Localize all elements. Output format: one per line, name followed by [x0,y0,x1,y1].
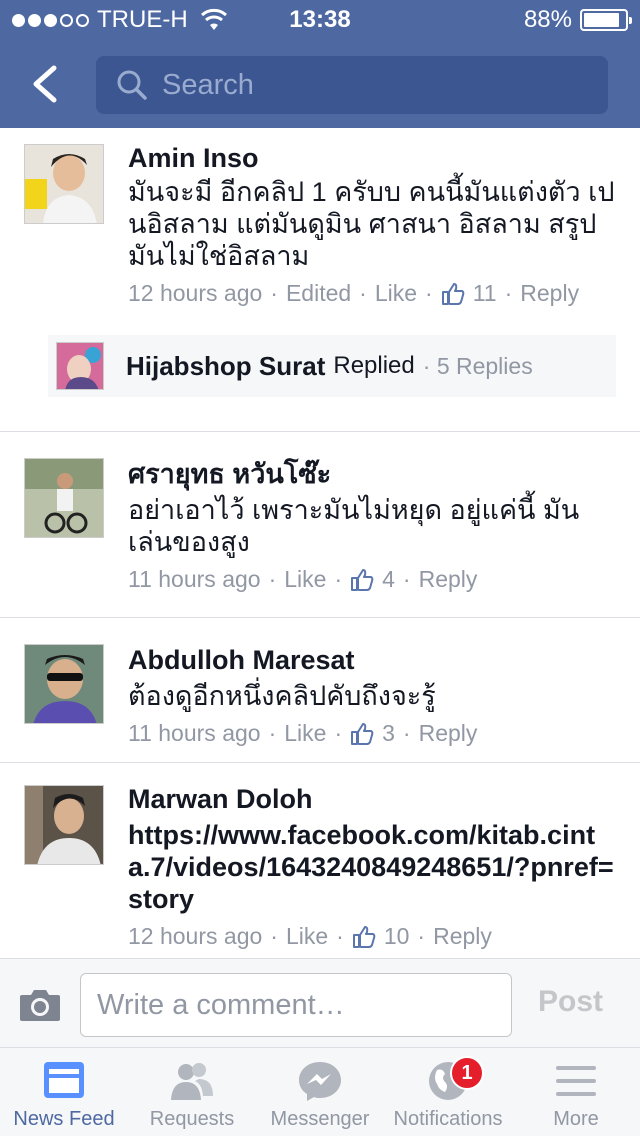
comment-meta: 12 hours ago · Like · 10 · Reply [128,923,492,950]
like-button[interactable]: Like [286,923,328,950]
comment-item: Marwan Doloh https://www.facebook.com/ki… [0,763,640,958]
notification-badge: 1 [450,1056,484,1090]
messenger-icon [299,1062,341,1101]
tab-label: Notifications [393,1108,503,1130]
thumbs-up-icon [352,925,376,948]
news-feed-icon [44,1062,84,1098]
tab-label: More [553,1108,599,1130]
avatar[interactable] [24,644,104,724]
comment-author[interactable]: Amin Inso [128,142,616,174]
tab-bar: News Feed Requests Messenger 1 Notificat… [0,1048,640,1136]
comment-meta: 12 hours ago · Edited · Like · 11 · Repl… [128,280,580,307]
comment-text: มันจะมี อีกคลิป 1 ครับบ คนนี้มันแต่งตัว … [128,177,615,271]
tab-messenger[interactable]: Messenger [256,1048,384,1136]
comment-meta: 11 hours ago · Like · 4 · Reply [128,566,478,593]
comment-item: Amin Inso มันจะมี อีกคลิป 1 ครับบ คนนี้ม… [0,128,640,432]
comment-author[interactable]: Abdulloh Maresat [128,644,616,676]
comment-text: ต้องดูอีกหนึ่งคลิปคับถึงจะรู้ [128,681,436,711]
comment-time: 11 hours ago [128,720,261,746]
comment-composer: Post [0,958,640,1048]
reply-author[interactable]: Hijabshop Surat [126,351,325,382]
replies-count[interactable]: · 5 Replies [423,353,533,380]
like-count: 10 [383,923,410,949]
replied-label: Replied [333,352,415,379]
tab-label: News Feed [13,1108,115,1130]
comment-time: 12 hours ago [128,923,263,949]
status-bar: TRUE-H 13:38 88% [0,0,640,40]
reply-button[interactable]: Reply [419,720,478,747]
back-arrow-icon[interactable] [28,64,64,104]
comment-list: Amin Inso มันจะมี อีกคลิป 1 ครับบ คนนี้ม… [0,128,640,958]
like-count: 4 [382,566,395,592]
comment-time: 12 hours ago [128,280,263,306]
post-button[interactable]: Post [538,985,603,1019]
comment-input[interactable] [80,973,512,1037]
replies-summary[interactable]: Hijabshop Surat Replied · 5 Replies [48,335,616,397]
tab-news-feed[interactable]: News Feed [0,1048,128,1136]
like-button[interactable]: Like [375,280,417,307]
reply-button[interactable]: Reply [419,566,478,593]
comment-author[interactable]: Marwan Doloh [128,783,616,815]
like-count: 11 [472,280,497,306]
avatar[interactable] [24,144,104,224]
thumbs-up-icon [351,568,374,591]
tab-more[interactable]: More [512,1048,640,1136]
avatar[interactable] [24,458,104,538]
thumbs-up-icon [351,722,374,745]
menu-icon [556,1066,596,1096]
reply-button[interactable]: Reply [433,923,492,950]
search-input[interactable] [162,68,562,102]
comment-meta: 11 hours ago · Like · 3 · Reply [128,720,478,747]
comment-text: อย่าเอาไว้ เพราะมันไม่หยุด อยู่แค่นี้ มั… [128,495,580,557]
edited-label[interactable]: Edited [286,280,351,307]
tab-label: Requests [149,1108,235,1130]
battery-info: 88% [523,6,632,34]
tab-label: Messenger [270,1108,370,1130]
comment-time: 11 hours ago [128,566,261,592]
like-button[interactable]: Like [284,720,326,747]
tab-notifications[interactable]: 1 Notifications [384,1048,512,1136]
like-button[interactable]: Like [284,566,326,593]
avatar [56,342,104,390]
replies-count-text: 5 Replies [436,352,533,379]
reply-button[interactable]: Reply [520,280,579,307]
search-bar[interactable] [96,56,608,114]
comment-author[interactable]: ศรายุทธ หวันโซ๊ะ [128,458,616,490]
battery-percent: 88% [523,6,572,33]
battery-icon [580,9,632,31]
comment-item: ศรายุทธ หวันโซ๊ะ อย่าเอาไว้ เพราะมันไม่ห… [0,432,640,618]
comment-item: Abdulloh Maresat ต้องดูอีกหนึ่งคลิปคับถึ… [0,618,640,763]
comment-link[interactable]: https://www.facebook.com/kitab.cinta.7/v… [128,819,616,915]
camera-icon[interactable] [18,987,62,1023]
avatar[interactable] [24,785,104,865]
thumbs-up-icon [441,282,465,305]
like-count: 3 [382,720,395,746]
search-icon [117,70,147,100]
top-bar: TRUE-H 13:38 88% [0,0,640,128]
friends-icon [171,1063,213,1100]
tab-requests[interactable]: Requests [128,1048,256,1136]
